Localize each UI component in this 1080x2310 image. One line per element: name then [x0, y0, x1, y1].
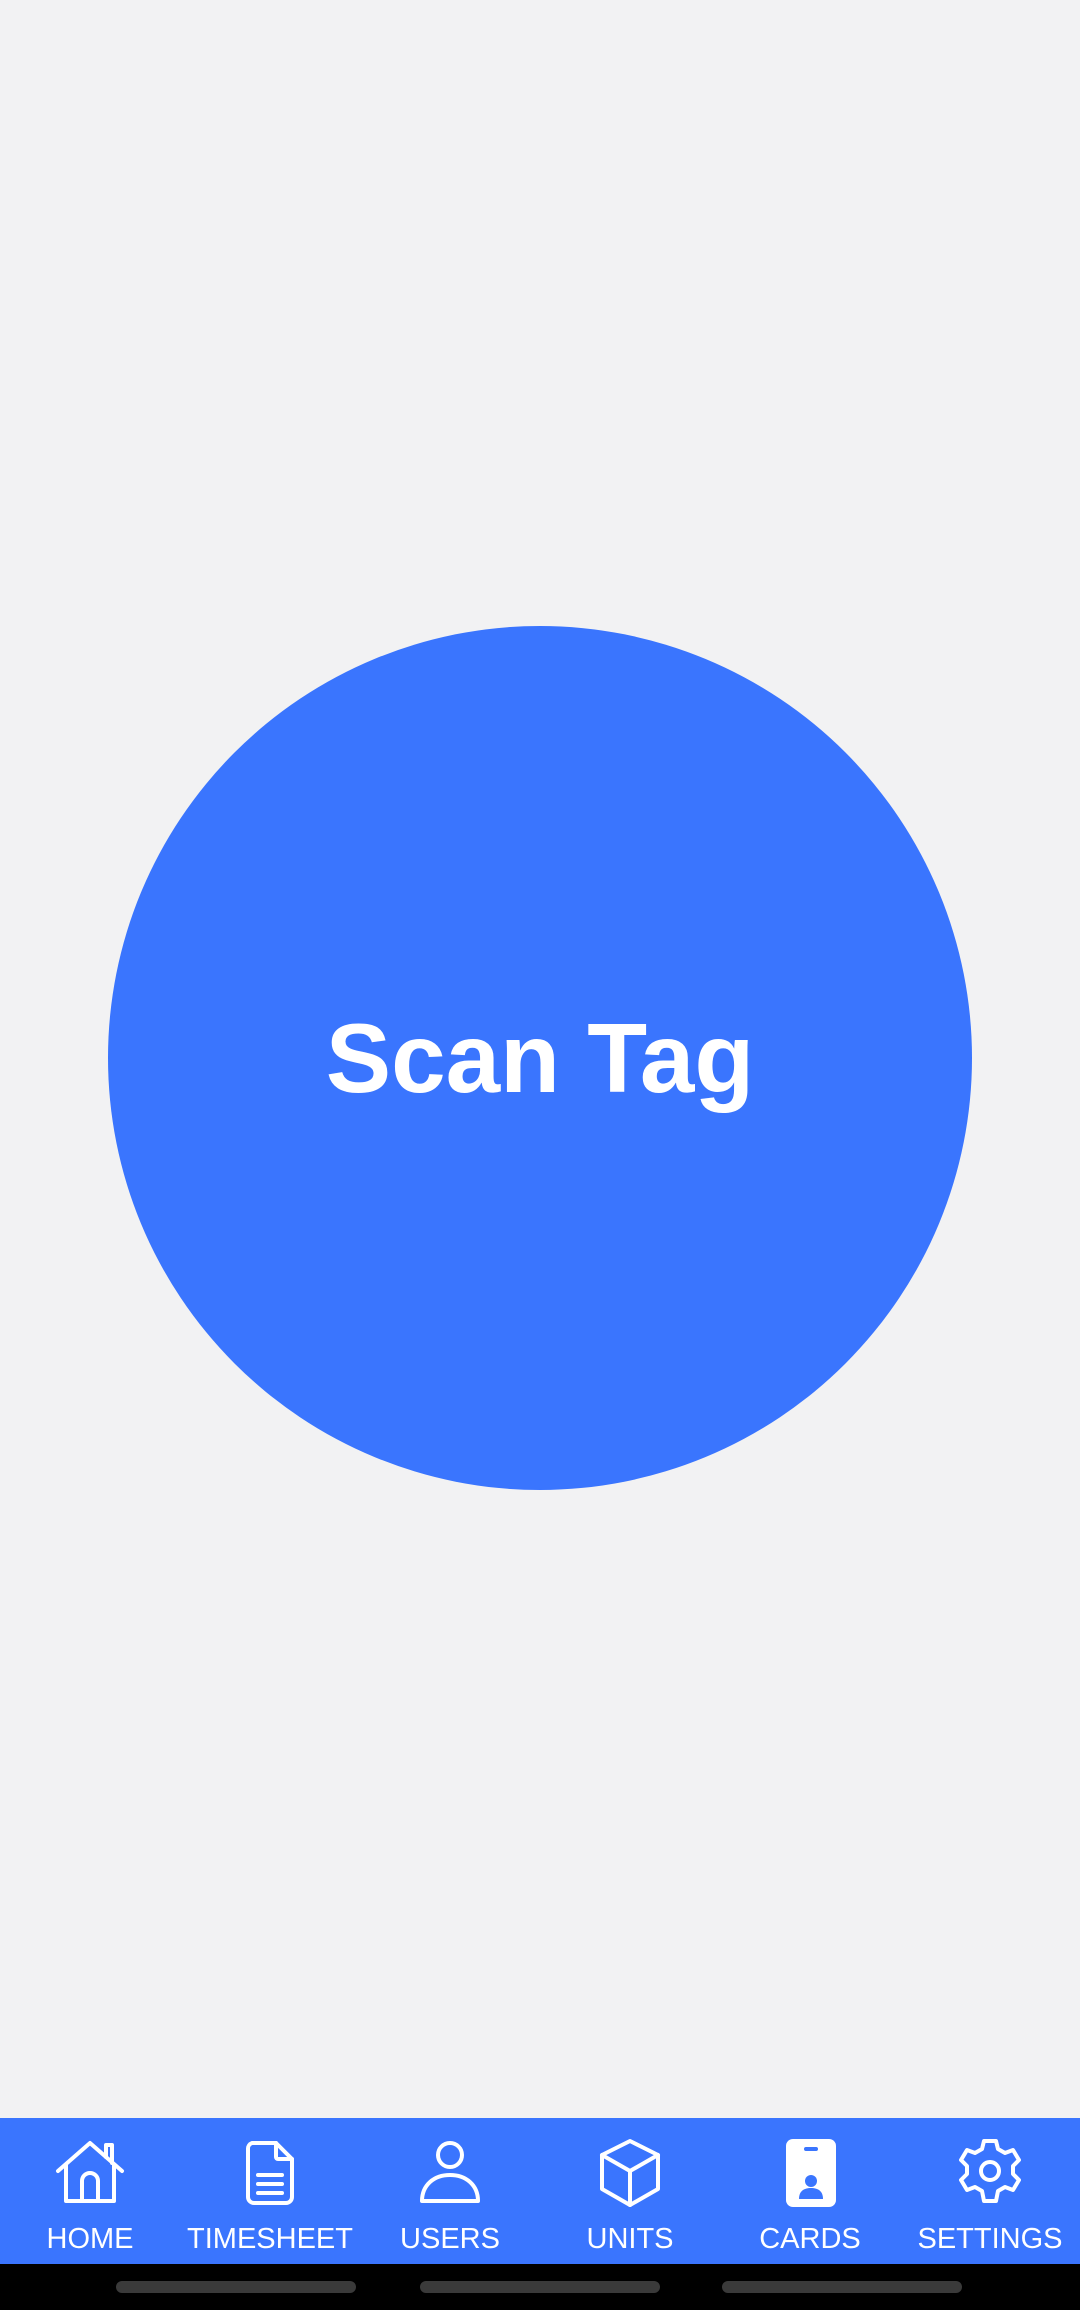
tab-settings[interactable]: SETTINGS	[900, 2118, 1080, 2264]
home-icon	[54, 2137, 126, 2209]
tab-users-label: USERS	[400, 2223, 500, 2255]
tab-timesheet-label: TIMESHEET	[187, 2223, 353, 2255]
tab-timesheet[interactable]: TIMESHEET	[180, 2118, 360, 2264]
tab-units[interactable]: UNITS	[540, 2118, 720, 2264]
nav-pill-left[interactable]	[116, 2281, 356, 2293]
tab-users[interactable]: USERS	[360, 2118, 540, 2264]
tab-cards[interactable]: CARDS	[720, 2118, 900, 2264]
bottom-tab-bar: HOME TIMESHEET USERS UNITS CARDS SETTING…	[0, 2118, 1080, 2264]
scan-tag-label: Scan Tag	[325, 1002, 755, 1113]
system-navigation-bar	[0, 2264, 1080, 2310]
tab-cards-label: CARDS	[759, 2223, 861, 2255]
tab-settings-label: SETTINGS	[917, 2223, 1063, 2255]
nav-pill-center[interactable]	[420, 2281, 660, 2293]
gear-icon	[954, 2137, 1026, 2209]
app-screen: Scan Tag HOME TIMESHEET USERS UNITS CARD…	[0, 0, 1080, 2310]
scan-tag-button[interactable]: Scan Tag	[108, 626, 972, 1490]
cube-icon	[594, 2137, 666, 2209]
tab-units-label: UNITS	[586, 2223, 674, 2255]
tab-home[interactable]: HOME	[0, 2118, 180, 2264]
tab-home-label: HOME	[46, 2223, 134, 2255]
document-icon	[234, 2137, 306, 2209]
user-icon	[414, 2137, 486, 2209]
nav-pill-right[interactable]	[722, 2281, 962, 2293]
id-card-icon	[774, 2137, 846, 2209]
